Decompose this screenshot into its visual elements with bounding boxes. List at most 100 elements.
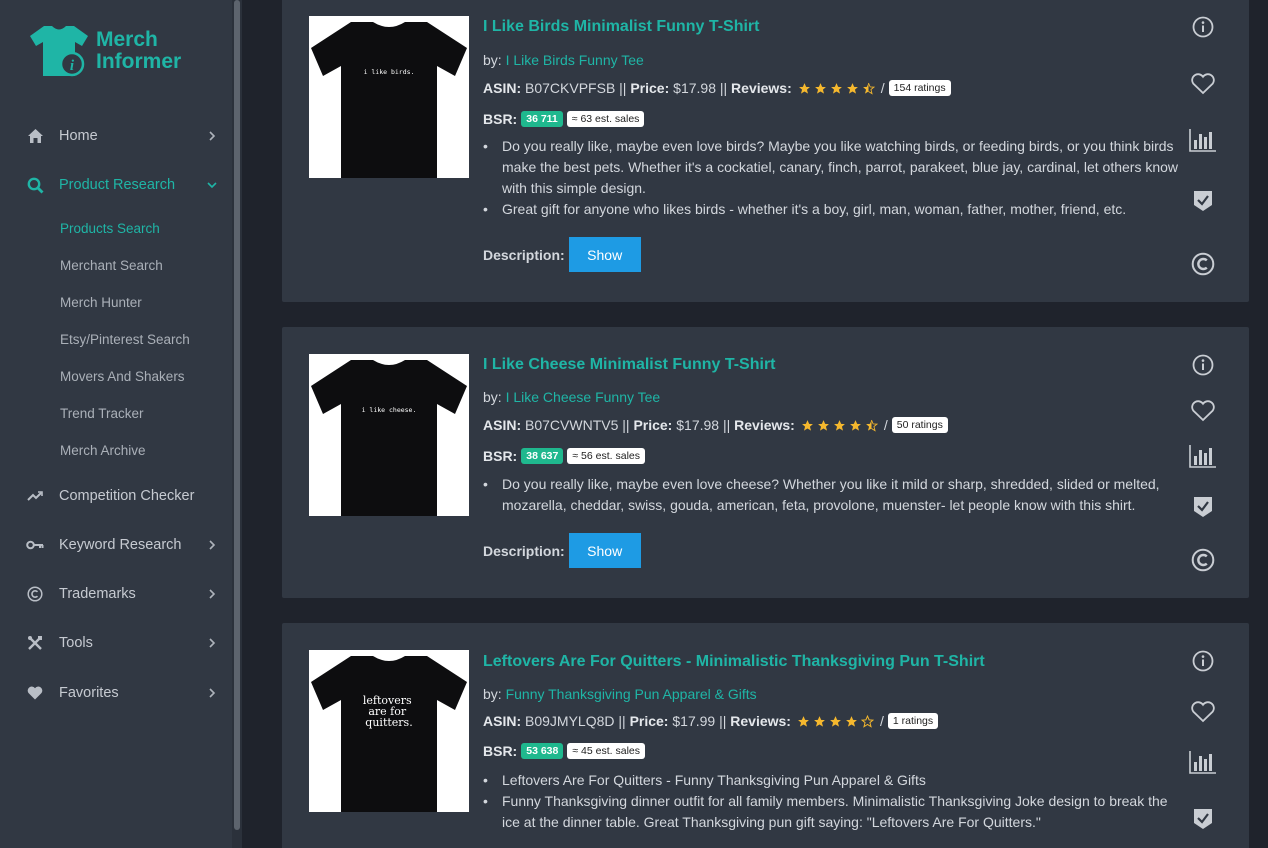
asin-value: B07CVWNTV5 bbox=[525, 417, 619, 433]
sidebar-scrollbar[interactable] bbox=[232, 0, 242, 848]
favorite-heart-icon[interactable] bbox=[1188, 396, 1218, 426]
sidebar-subitem-merch-archive[interactable]: Merch Archive bbox=[60, 443, 146, 458]
sidebar-item-home[interactable]: Home bbox=[0, 121, 232, 151]
product-brand-link[interactable]: I Like Birds Funny Tee bbox=[506, 52, 644, 68]
product-title[interactable]: Leftovers Are For Quitters - Minimalisti… bbox=[483, 653, 985, 671]
product-brand-link[interactable]: Funny Thanksgiving Pun Apparel & Gifts bbox=[506, 686, 757, 702]
tools-icon bbox=[26, 634, 44, 652]
price-value: $17.99 bbox=[672, 713, 716, 729]
price-value: $17.98 bbox=[673, 80, 716, 96]
bullet-point: Do you really like, maybe even love bird… bbox=[483, 136, 1183, 199]
sidebar-item-tools[interactable]: Tools bbox=[0, 628, 232, 658]
shirt-print-text: i like birds. bbox=[364, 68, 415, 76]
sidebar-item-label: Trademarks bbox=[59, 586, 136, 602]
bsr-row: BSR: 53 638 ≈ 45 est. sales bbox=[483, 743, 645, 759]
star-rating bbox=[801, 419, 878, 432]
price-label: Price: bbox=[630, 80, 670, 96]
star-full-icon bbox=[798, 82, 810, 94]
sidebar-item-trademarks[interactable]: Trademarks bbox=[0, 579, 232, 609]
tshirt-logo-icon: i bbox=[30, 26, 88, 77]
show-description-button[interactable]: Show bbox=[568, 533, 641, 568]
star-full-icon bbox=[849, 419, 861, 431]
slash-separator: / bbox=[880, 80, 885, 96]
favorite-heart-icon[interactable] bbox=[1188, 69, 1218, 99]
sidebar-item-label: Favorites bbox=[59, 685, 119, 701]
by-label: by: bbox=[483, 52, 502, 68]
sidebar-item-competition-checker[interactable]: Competition Checker bbox=[0, 481, 232, 511]
bsr-label: BSR: bbox=[483, 111, 518, 127]
sidebar-item-favorites[interactable]: Favorites bbox=[0, 678, 232, 708]
bar-chart-icon[interactable] bbox=[1188, 441, 1218, 471]
description-row: Description: Show bbox=[483, 237, 641, 272]
brand-logo[interactable]: i Merch Informer bbox=[28, 24, 198, 84]
asin-label: ASIN: bbox=[483, 80, 522, 96]
sidebar-item-keyword-research[interactable]: Keyword Research bbox=[0, 530, 232, 560]
home-icon bbox=[26, 127, 44, 145]
sidebar-scrollbar-thumb[interactable] bbox=[234, 0, 240, 830]
product-bullets: Do you really like, maybe even love chee… bbox=[483, 474, 1163, 516]
product-image[interactable]: i like cheese. bbox=[309, 354, 469, 516]
favorite-heart-icon[interactable] bbox=[1188, 697, 1218, 727]
product-title[interactable]: I Like Cheese Minimalist Funny T-Shirt bbox=[483, 356, 776, 374]
copyright-check-icon[interactable] bbox=[1188, 545, 1218, 575]
bsr-label: BSR: bbox=[483, 448, 518, 464]
product-title[interactable]: I Like Birds Minimalist Funny T-Shirt bbox=[483, 18, 759, 36]
est-sales-badge: ≈ 45 est. sales bbox=[567, 743, 645, 759]
product-card: leftovers are for quitters. Leftovers Ar… bbox=[282, 623, 1249, 848]
product-bullets: Do you really like, maybe even love bird… bbox=[483, 136, 1183, 220]
reviews-label: Reviews: bbox=[734, 417, 795, 433]
trend-icon bbox=[26, 487, 44, 505]
shield-check-icon[interactable] bbox=[1188, 804, 1218, 834]
star-full-icon bbox=[801, 419, 813, 431]
product-image[interactable]: i like birds. bbox=[309, 16, 469, 178]
price-label: Price: bbox=[629, 713, 669, 729]
reviews-label: Reviews: bbox=[731, 80, 792, 96]
sidebar-item-product-research[interactable]: Product Research bbox=[0, 170, 232, 200]
separator: || bbox=[618, 713, 626, 729]
copyright-check-icon[interactable] bbox=[1188, 249, 1218, 279]
sidebar-subitem-merchant-search[interactable]: Merchant Search bbox=[60, 258, 163, 273]
ratings-count-badge: 154 ratings bbox=[888, 80, 951, 96]
product-brand-link[interactable]: I Like Cheese Funny Tee bbox=[506, 389, 661, 405]
star-full-icon bbox=[846, 715, 857, 727]
sidebar-subitem-movers-and-shakers[interactable]: Movers And Shakers bbox=[60, 369, 185, 384]
product-meta: ASIN: B07CKVPFSB || Price: $17.98 || Rev… bbox=[483, 80, 951, 96]
sidebar-subitem-merch-hunter[interactable]: Merch Hunter bbox=[60, 295, 142, 310]
brand-name: Merch Informer bbox=[96, 29, 181, 73]
info-icon[interactable] bbox=[1188, 12, 1218, 42]
bullet-point: Do you really like, maybe even love chee… bbox=[483, 474, 1163, 516]
sidebar-item-label: Tools bbox=[59, 635, 93, 651]
product-image[interactable]: leftovers are for quitters. bbox=[309, 650, 469, 812]
chevron-right-icon bbox=[206, 588, 218, 600]
star-full-icon bbox=[830, 82, 842, 94]
chevron-right-icon bbox=[206, 130, 218, 142]
bsr-rank-badge: 36 711 bbox=[521, 111, 563, 127]
bar-chart-icon[interactable] bbox=[1188, 125, 1218, 155]
shield-check-icon[interactable] bbox=[1188, 186, 1218, 216]
chevron-right-icon bbox=[206, 539, 218, 551]
asin-value: B09JMYLQ8D bbox=[525, 713, 615, 729]
sidebar-subitem-etsy-pinterest-search[interactable]: Etsy/Pinterest Search bbox=[60, 332, 190, 347]
by-label: by: bbox=[483, 686, 502, 702]
brand-line-2: Informer bbox=[96, 50, 182, 73]
price-label: Price: bbox=[633, 417, 673, 433]
info-icon[interactable] bbox=[1188, 646, 1218, 676]
sidebar-subitem-products-search[interactable]: Products Search bbox=[60, 221, 160, 236]
asin-label: ASIN: bbox=[483, 417, 522, 433]
show-description-button[interactable]: Show bbox=[568, 237, 641, 272]
description-label: Description: bbox=[483, 246, 565, 263]
product-byline: by: Funny Thanksgiving Pun Apparel & Gif… bbox=[483, 686, 757, 702]
sidebar-item-label: Competition Checker bbox=[59, 488, 195, 504]
bsr-rank-badge: 38 637 bbox=[521, 448, 564, 464]
est-sales-badge: ≈ 63 est. sales bbox=[566, 111, 645, 127]
ratings-count-badge: 1 ratings bbox=[887, 713, 939, 729]
product-byline: by: I Like Birds Funny Tee bbox=[483, 52, 644, 68]
star-rating bbox=[798, 82, 875, 95]
shield-check-icon[interactable] bbox=[1188, 492, 1218, 522]
key-icon bbox=[26, 536, 44, 554]
info-icon[interactable] bbox=[1188, 350, 1218, 380]
bar-chart-icon[interactable] bbox=[1188, 747, 1218, 777]
sidebar-subitem-trend-tracker[interactable]: Trend Tracker bbox=[60, 406, 144, 421]
star-half-icon bbox=[862, 82, 875, 95]
star-full-icon bbox=[846, 82, 858, 94]
